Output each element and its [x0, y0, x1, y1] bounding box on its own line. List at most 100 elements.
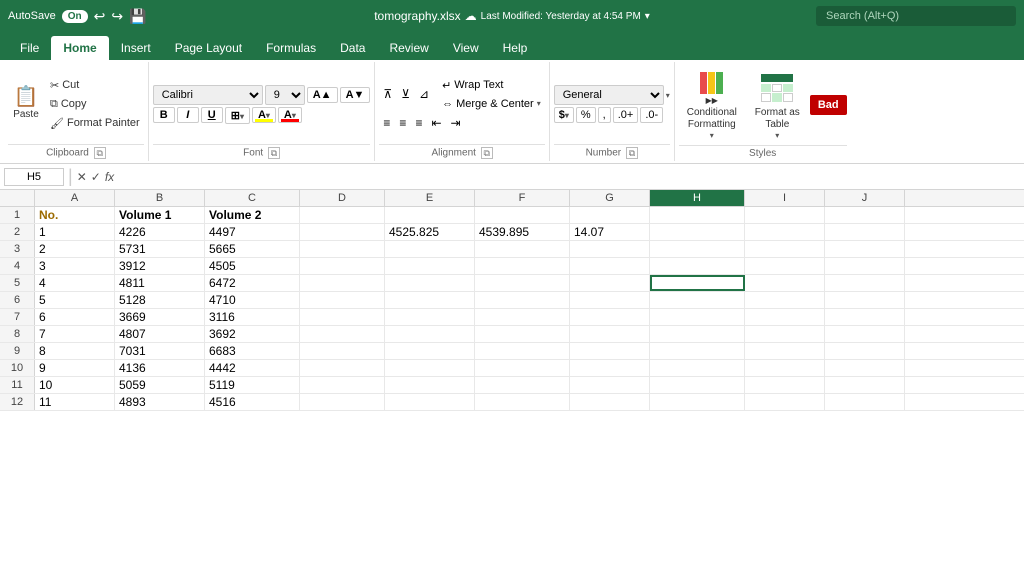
- cell-j2[interactable]: [825, 224, 905, 240]
- cell-e5[interactable]: [385, 275, 475, 291]
- cell-d1[interactable]: [300, 207, 385, 223]
- cell-f6[interactable]: [475, 292, 570, 308]
- cell-g5[interactable]: [570, 275, 650, 291]
- cell-g3[interactable]: [570, 241, 650, 257]
- decrease-indent-button[interactable]: ⇤: [427, 114, 445, 132]
- row-header-12[interactable]: 12: [0, 394, 35, 410]
- cell-d7[interactable]: [300, 309, 385, 325]
- cell-d3[interactable]: [300, 241, 385, 257]
- cell-a3[interactable]: 2: [35, 241, 115, 257]
- formula-input[interactable]: [118, 168, 1020, 186]
- cell-h10[interactable]: [650, 360, 745, 376]
- cell-e8[interactable]: [385, 326, 475, 342]
- cell-i4[interactable]: [745, 258, 825, 274]
- cell-i6[interactable]: [745, 292, 825, 308]
- cell-f9[interactable]: [475, 343, 570, 359]
- cell-g1[interactable]: [570, 207, 650, 223]
- cell-a1[interactable]: No.: [35, 207, 115, 223]
- cell-c9[interactable]: 6683: [205, 343, 300, 359]
- cell-i7[interactable]: [745, 309, 825, 325]
- cell-f3[interactable]: [475, 241, 570, 257]
- merge-center-button[interactable]: ⇔ Merge & Center ▾: [438, 96, 545, 112]
- row-header-10[interactable]: 10: [0, 360, 35, 376]
- cell-d6[interactable]: [300, 292, 385, 308]
- cell-d5[interactable]: [300, 275, 385, 291]
- tab-home[interactable]: Home: [51, 36, 108, 60]
- cell-b1[interactable]: Volume 1: [115, 207, 205, 223]
- cell-h8[interactable]: [650, 326, 745, 342]
- align-top-left-button[interactable]: ⊼: [379, 85, 396, 103]
- cell-j1[interactable]: [825, 207, 905, 223]
- cell-g4[interactable]: [570, 258, 650, 274]
- cell-b9[interactable]: 7031: [115, 343, 205, 359]
- cell-c7[interactable]: 3116: [205, 309, 300, 325]
- cell-c12[interactable]: 4516: [205, 394, 300, 410]
- copy-button[interactable]: ⧉ Copy: [46, 96, 144, 113]
- cell-f4[interactable]: [475, 258, 570, 274]
- tab-help[interactable]: Help: [491, 36, 540, 60]
- cell-f7[interactable]: [475, 309, 570, 325]
- cell-b12[interactable]: 4893: [115, 394, 205, 410]
- cell-a7[interactable]: 6: [35, 309, 115, 325]
- row-header-1[interactable]: 1: [0, 207, 35, 223]
- alignment-expand[interactable]: ⧉: [481, 147, 493, 159]
- search-input[interactable]: [816, 6, 1016, 26]
- cell-c4[interactable]: 4505: [205, 258, 300, 274]
- cell-b10[interactable]: 4136: [115, 360, 205, 376]
- cell-g10[interactable]: [570, 360, 650, 376]
- row-header-6[interactable]: 6: [0, 292, 35, 308]
- cell-e1[interactable]: [385, 207, 475, 223]
- cell-d10[interactable]: [300, 360, 385, 376]
- modified-dropdown-icon[interactable]: ▾: [645, 11, 650, 22]
- cell-i1[interactable]: [745, 207, 825, 223]
- cell-j10[interactable]: [825, 360, 905, 376]
- format-as-table-button[interactable]: Format asTable ▾: [747, 66, 808, 143]
- cell-b11[interactable]: 5059: [115, 377, 205, 393]
- cell-i10[interactable]: [745, 360, 825, 376]
- decrease-font-button[interactable]: A▼: [340, 87, 371, 103]
- row-header-9[interactable]: 9: [0, 343, 35, 359]
- cell-j8[interactable]: [825, 326, 905, 342]
- col-header-h[interactable]: H: [650, 190, 745, 206]
- col-header-j[interactable]: J: [825, 190, 905, 206]
- cell-a11[interactable]: 10: [35, 377, 115, 393]
- number-format-select[interactable]: General: [554, 85, 664, 105]
- cell-c8[interactable]: 3692: [205, 326, 300, 342]
- cell-i2[interactable]: [745, 224, 825, 240]
- cell-f5[interactable]: [475, 275, 570, 291]
- tab-data[interactable]: Data: [328, 36, 377, 60]
- autosave-toggle[interactable]: On: [62, 10, 88, 23]
- redo-icon[interactable]: ↪: [111, 8, 123, 25]
- align-top-center-button[interactable]: ⊻: [397, 85, 414, 103]
- cell-h6[interactable]: [650, 292, 745, 308]
- cell-d8[interactable]: [300, 326, 385, 342]
- cell-i11[interactable]: [745, 377, 825, 393]
- col-header-b[interactable]: B: [115, 190, 205, 206]
- cell-f12[interactable]: [475, 394, 570, 410]
- align-right-button[interactable]: ≡: [411, 114, 426, 132]
- cell-f10[interactable]: [475, 360, 570, 376]
- conditional-formatting-button[interactable]: ▶▶ ConditionalFormatting ▾: [679, 66, 745, 143]
- cell-h9[interactable]: [650, 343, 745, 359]
- cell-c3[interactable]: 5665: [205, 241, 300, 257]
- cell-b2[interactable]: 4226: [115, 224, 205, 240]
- cell-g8[interactable]: [570, 326, 650, 342]
- cell-j9[interactable]: [825, 343, 905, 359]
- confirm-formula-icon[interactable]: ✓: [91, 170, 101, 184]
- tab-file[interactable]: File: [8, 36, 51, 60]
- cell-c2[interactable]: 4497: [205, 224, 300, 240]
- wrap-text-button[interactable]: ↵ Wrap Text: [438, 77, 545, 94]
- cell-e12[interactable]: [385, 394, 475, 410]
- tab-formulas[interactable]: Formulas: [254, 36, 328, 60]
- cell-c11[interactable]: 5119: [205, 377, 300, 393]
- comma-button[interactable]: ,: [598, 107, 611, 123]
- cell-h7[interactable]: [650, 309, 745, 325]
- increase-font-button[interactable]: A▲: [307, 87, 338, 103]
- cell-a6[interactable]: 5: [35, 292, 115, 308]
- tab-insert[interactable]: Insert: [109, 36, 163, 60]
- cell-a10[interactable]: 9: [35, 360, 115, 376]
- row-header-7[interactable]: 7: [0, 309, 35, 325]
- cell-h12[interactable]: [650, 394, 745, 410]
- font-expand[interactable]: ⧉: [268, 147, 280, 159]
- cell-h11[interactable]: [650, 377, 745, 393]
